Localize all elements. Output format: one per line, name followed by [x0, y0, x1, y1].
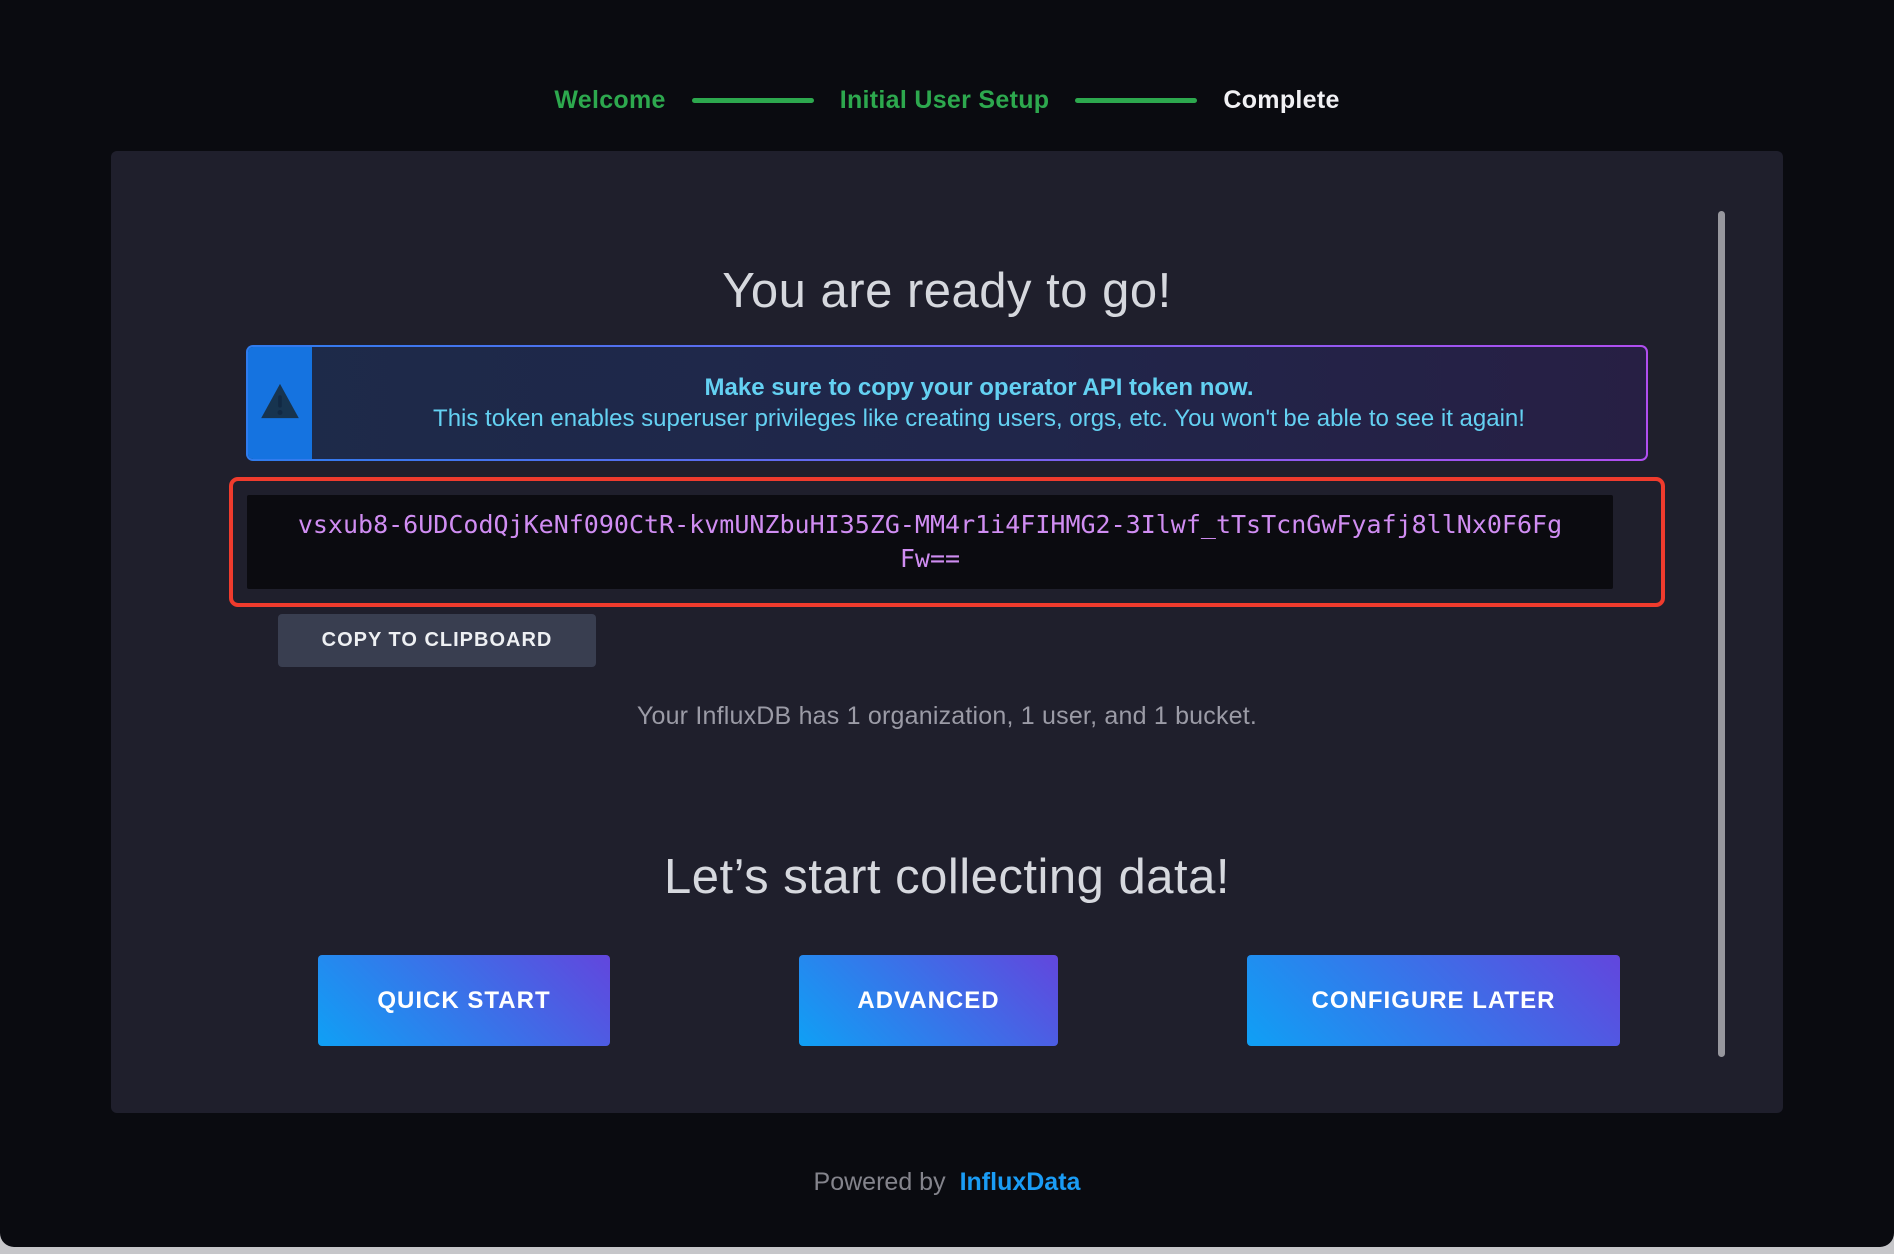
configure-later-button[interactable]: CONFIGURE LATER	[1247, 955, 1620, 1046]
token-warning-banner: Make sure to copy your operator API toke…	[246, 345, 1648, 461]
stepper-connector	[692, 98, 814, 103]
api-token-value: vsxub8-6UDCodQjKeNf090CtR-kvmUNZbuHI35ZG…	[294, 508, 1566, 576]
step-complete: Complete	[1223, 86, 1339, 115]
footer: Powered by InfluxData	[0, 1168, 1894, 1197]
advanced-button[interactable]: ADVANCED	[799, 955, 1058, 1046]
page: Welcome Initial User Setup Complete You …	[0, 0, 1894, 1247]
token-warning-banner-inner: Make sure to copy your operator API toke…	[248, 347, 1646, 459]
step-initial-user-setup: Initial User Setup	[840, 86, 1050, 115]
onboarding-card: You are ready to go! Make sure to copy y…	[111, 151, 1783, 1113]
page-title: You are ready to go!	[111, 263, 1783, 319]
cta-title: Let’s start collecting data!	[111, 849, 1783, 905]
setup-summary-text: Your InfluxDB has 1 organization, 1 user…	[111, 702, 1783, 731]
influxdata-brand-link[interactable]: InfluxData	[960, 1168, 1081, 1197]
warning-icon-cell	[248, 347, 312, 459]
card-scrollbar-thumb[interactable]	[1718, 211, 1725, 1057]
warning-title: Make sure to copy your operator API toke…	[705, 374, 1254, 402]
warning-text: Make sure to copy your operator API toke…	[312, 347, 1646, 459]
warning-triangle-icon	[260, 383, 300, 424]
powered-by-label: Powered by	[814, 1168, 946, 1197]
api-token-box: vsxub8-6UDCodQjKeNf090CtR-kvmUNZbuHI35ZG…	[247, 495, 1613, 589]
onboarding-stepper: Welcome Initial User Setup Complete	[0, 86, 1894, 115]
warning-body: This token enables superuser privileges …	[433, 405, 1525, 433]
stepper-connector	[1075, 98, 1197, 103]
cta-button-row: QUICK START ADVANCED CONFIGURE LATER	[318, 955, 1620, 1046]
quick-start-button[interactable]: QUICK START	[318, 955, 610, 1046]
token-highlight-annotation: vsxub8-6UDCodQjKeNf090CtR-kvmUNZbuHI35ZG…	[229, 477, 1665, 607]
step-welcome: Welcome	[554, 86, 665, 115]
copy-to-clipboard-button[interactable]: COPY TO CLIPBOARD	[278, 614, 596, 667]
